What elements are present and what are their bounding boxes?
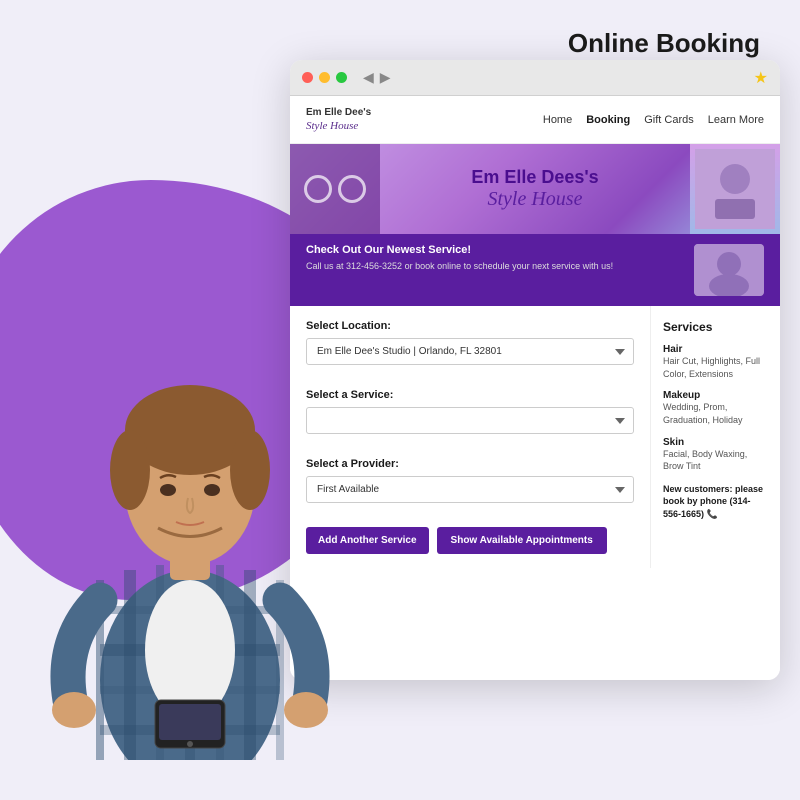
makeup-category-items: Wedding, Prom, Graduation, Holiday (663, 401, 768, 426)
hero-banner: Em Elle Dees's Style House (290, 144, 780, 234)
location-group: Select Location: Em Elle Dee's Studio | … (306, 320, 634, 377)
hair-category-items: Hair Cut, Highlights, Full Color, Extens… (663, 355, 768, 380)
website-content: Em Elle Dee's Style House Home Booking G… (290, 96, 780, 680)
skin-category-title: Skin (663, 437, 768, 448)
main-content: Select Location: Em Elle Dee's Studio | … (290, 306, 780, 568)
bookmark-star-icon[interactable]: ★ (754, 68, 768, 88)
service-category-skin: Skin Facial, Body Waxing, Brow Tint (663, 437, 768, 473)
nav-link-giftcards[interactable]: Gift Cards (644, 114, 694, 126)
location-select[interactable]: Em Elle Dee's Studio | Orlando, FL 32801 (306, 338, 634, 365)
promo-image (694, 244, 764, 296)
site-logo: Em Elle Dee's Style House (306, 106, 371, 133)
show-appointments-button[interactable]: Show Available Appointments (437, 527, 607, 554)
browser-window: ◀ ▶ ★ Em Elle Dee's Style House Home Boo… (290, 60, 780, 680)
browser-chrome: ◀ ▶ ★ (290, 60, 780, 96)
hair-category-title: Hair (663, 344, 768, 355)
person-illustration (30, 240, 350, 760)
site-nav: Em Elle Dee's Style House Home Booking G… (290, 96, 780, 144)
promo-banner: Check Out Our Newest Service! Call us at… (290, 234, 780, 306)
nav-link-learnmore[interactable]: Learn More (708, 114, 764, 126)
browser-nav: ◀ ▶ (363, 69, 391, 86)
service-label: Select a Service: (306, 389, 634, 401)
service-category-makeup: Makeup Wedding, Prom, Graduation, Holida… (663, 390, 768, 426)
promo-title: Check Out Our Newest Service! (306, 244, 684, 256)
form-buttons: Add Another Service Show Available Appoi… (306, 527, 634, 554)
hero-left-decoration (290, 144, 380, 234)
site-nav-links: Home Booking Gift Cards Learn More (543, 114, 764, 126)
browser-dot-green[interactable] (336, 72, 347, 83)
service-category-hair: Hair Hair Cut, Highlights, Full Color, E… (663, 344, 768, 380)
skin-category-items: Facial, Body Waxing, Brow Tint (663, 448, 768, 473)
browser-dot-red[interactable] (302, 72, 313, 83)
sidebar-title: Services (663, 320, 768, 334)
provider-label: Select a Provider: (306, 458, 634, 470)
nav-link-booking[interactable]: Booking (586, 114, 630, 126)
services-sidebar: Services Hair Hair Cut, Highlights, Full… (650, 306, 780, 568)
provider-group: Select a Provider: First Available (306, 458, 634, 515)
hero-circle-2 (338, 175, 366, 203)
promo-description: Call us at 312-456-3252 or book online t… (306, 260, 684, 273)
new-customers-notice: New customers: please book by phone (314… (663, 483, 768, 521)
location-label: Select Location: (306, 320, 634, 332)
page-title: Online Booking (568, 28, 760, 59)
promo-text: Check Out Our Newest Service! Call us at… (306, 244, 684, 296)
browser-dot-yellow[interactable] (319, 72, 330, 83)
hero-right-decoration (690, 144, 780, 234)
hero-circle-1 (304, 175, 332, 203)
service-group: Select a Service: (306, 389, 634, 446)
makeup-category-title: Makeup (663, 390, 768, 401)
provider-select[interactable]: First Available (306, 476, 634, 503)
nav-link-home[interactable]: Home (543, 114, 572, 126)
nav-back-icon[interactable]: ◀ (363, 69, 374, 86)
hero-circles (304, 175, 366, 203)
service-select[interactable] (306, 407, 634, 434)
nav-forward-icon[interactable]: ▶ (380, 69, 391, 86)
